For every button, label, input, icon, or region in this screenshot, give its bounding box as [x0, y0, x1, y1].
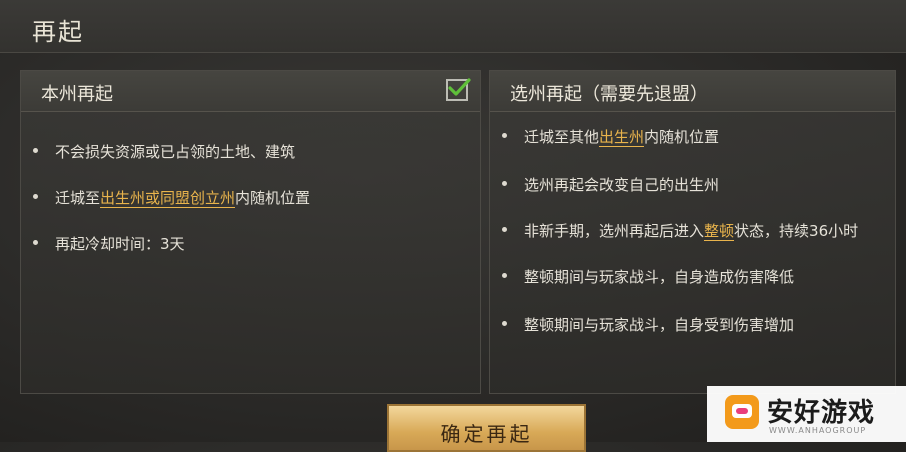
panel-header-title: 选州再起（需要先退盟） — [510, 84, 708, 105]
plain-text: 不会损失资源或已占领的土地、建筑 — [55, 143, 296, 161]
bullet-icon — [33, 240, 38, 245]
list-item: 选州再起会改变自己的出生州 — [502, 174, 719, 195]
panel-header: 选州再起（需要先退盟） — [490, 71, 895, 112]
plain-text: 迁城至其他 — [524, 128, 600, 146]
list-item: 不会损失资源或已占领的土地、建筑 — [33, 141, 295, 162]
list-item: 非新手期，选州再起后进入整顿状态，持续36小时 — [502, 220, 858, 241]
plain-text: 迁城至 — [55, 189, 101, 207]
item-text: 非新手期，选州再起后进入整顿状态，持续36小时 — [524, 222, 858, 241]
bullet-icon — [502, 227, 507, 232]
bullet-icon — [33, 148, 38, 153]
option-panel-choose-state[interactable]: 选州再起（需要先退盟） 迁城至其他出生州内随机位置 选州再起会改变自己的出生州 … — [489, 70, 896, 394]
list-item: 迁城至其他出生州内随机位置 — [502, 126, 719, 147]
item-text: 迁城至其他出生州内随机位置 — [524, 128, 719, 147]
item-text: 迁城至出生州或同盟创立州内随机位置 — [55, 189, 310, 208]
confirm-restart-button[interactable]: 确定再起 — [387, 404, 586, 452]
check-mark-icon — [448, 78, 471, 96]
highlight-text: 整顿 — [704, 222, 735, 241]
list-item: 整顿期间与玩家战斗，自身造成伤害降低 — [502, 266, 794, 287]
panel-header-title: 本州再起 — [41, 84, 113, 105]
plain-text: 整顿期间与玩家战斗，自身受到伤害增加 — [524, 316, 795, 334]
plain-text: 再起冷却时间：3天 — [55, 235, 185, 253]
plain-text: 内随机位置 — [644, 128, 720, 146]
item-text: 再起冷却时间：3天 — [55, 235, 185, 253]
title-bar: 再起 — [0, 0, 906, 53]
checkbox-checked-icon[interactable] — [446, 78, 471, 101]
highlight-text: 出生州或同盟创立州 — [100, 189, 236, 208]
highlight-text: 出生州 — [599, 128, 645, 147]
bullet-icon — [502, 321, 507, 326]
window-title: 再起 — [32, 18, 84, 46]
bullet-icon — [502, 181, 507, 186]
bullet-icon — [33, 194, 38, 199]
item-text: 整顿期间与玩家战斗，自身造成伤害降低 — [524, 268, 794, 286]
list-item: 迁城至出生州或同盟创立州内随机位置 — [33, 187, 310, 208]
confirm-button-label: 确定再起 — [440, 422, 533, 446]
plain-text: 整顿期间与玩家战斗，自身造成伤害降低 — [524, 268, 795, 286]
item-text: 选州再起会改变自己的出生州 — [524, 176, 719, 194]
panel-header: 本州再起 — [21, 71, 480, 112]
option-panel-current-state[interactable]: 本州再起 不会损失资源或已占领的土地、建筑 迁城至出生州或同盟创立州内随机位置 … — [20, 70, 481, 394]
plain-text: 内随机位置 — [235, 189, 311, 207]
bullet-icon — [502, 273, 507, 278]
watermark-logo: 安好游戏 WWW.ANHAOGROUP — [707, 386, 906, 442]
watermark-subtext: WWW.ANHAOGROUP — [769, 426, 867, 435]
watermark-text: 安好游戏 — [767, 398, 876, 428]
plain-text: 状态，持续36小时 — [734, 222, 859, 240]
bullet-icon — [502, 133, 507, 138]
plain-text: 选州再起会改变自己的出生州 — [524, 176, 720, 194]
item-text: 整顿期间与玩家战斗，自身受到伤害增加 — [524, 316, 794, 334]
list-item: 整顿期间与玩家战斗，自身受到伤害增加 — [502, 314, 794, 335]
plain-text: 非新手期，选州再起后进入 — [524, 222, 705, 240]
list-item: 再起冷却时间：3天 — [33, 233, 185, 254]
gamepad-logo-icon — [725, 395, 759, 429]
item-text: 不会损失资源或已占领的土地、建筑 — [55, 143, 295, 161]
